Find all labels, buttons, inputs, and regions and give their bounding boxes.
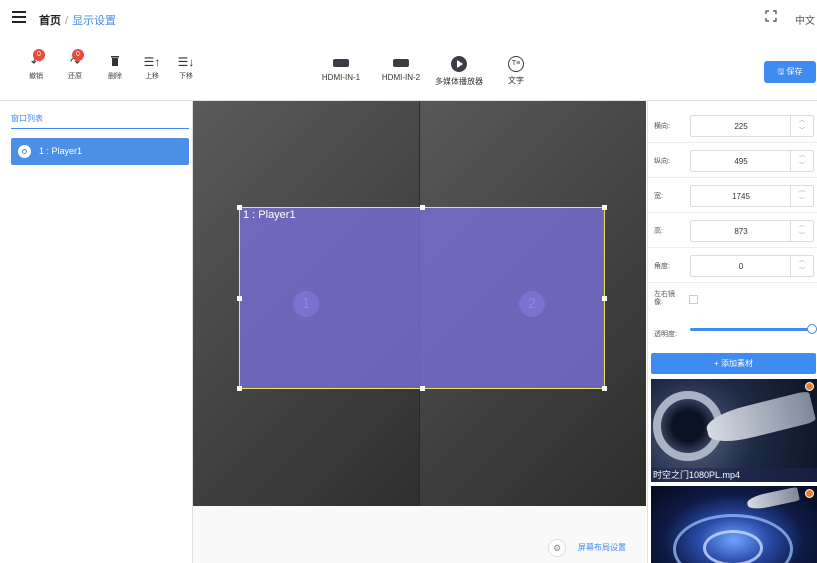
y-stepper[interactable]: ︿ ﹀ xyxy=(790,151,813,171)
material-status-dot xyxy=(805,489,814,498)
save-label: 保存 xyxy=(786,67,803,76)
material-status-dot xyxy=(805,382,814,391)
undo-count-badge: 0 xyxy=(33,49,45,61)
resize-handle[interactable] xyxy=(237,296,242,301)
move-down-icon: ☰↓ xyxy=(177,55,195,69)
breadcrumb-separator: / xyxy=(65,15,69,27)
angle-value: 0 xyxy=(738,262,744,271)
prop-width-label: 宽: xyxy=(654,193,663,200)
move-up-label: 上移 xyxy=(145,73,159,80)
player-window-label: 1 : Player1 xyxy=(243,209,296,221)
angle-stepper[interactable]: ︿ ﹀ xyxy=(790,256,813,276)
trash-icon xyxy=(100,55,130,69)
breadcrumb: 首页 / 显示设置 xyxy=(39,12,116,28)
height-value: 873 xyxy=(734,227,748,236)
delete-button[interactable]: 删除 xyxy=(100,55,130,81)
breadcrumb-current: 显示设置 xyxy=(72,15,117,27)
save-icon: 🖫 xyxy=(777,67,787,76)
redo-button[interactable]: 0 ↷ 还原 xyxy=(60,49,90,81)
source-hdmi-in-1[interactable]: HDMI-IN-1 xyxy=(316,59,366,82)
resize-handle[interactable] xyxy=(420,205,425,210)
move-up-icon: ☰↑ xyxy=(143,55,161,69)
window-visibility-icon[interactable] xyxy=(18,145,31,158)
resize-handle[interactable] xyxy=(237,205,242,210)
gear-icon[interactable]: ⚙ xyxy=(548,539,566,557)
resize-handle[interactable] xyxy=(602,296,607,301)
move-up-button[interactable]: ☰↑ 上移 xyxy=(137,55,167,81)
play-icon xyxy=(451,56,467,72)
hdmi-icon xyxy=(333,59,349,67)
window-list-item-label: 1 : Player1 xyxy=(39,146,83,156)
y-input[interactable]: 495 ︿ ﹀ xyxy=(690,150,814,172)
mirror-label: 左右镜像: xyxy=(654,291,675,306)
screen-layout-settings-link[interactable]: 屏幕布局设置 xyxy=(578,542,626,553)
delete-label: 删除 xyxy=(108,73,122,80)
top-header: 首页 / 显示设置 中文 xyxy=(0,0,817,38)
prop-angle-label: 角度: xyxy=(654,263,670,270)
galaxy-core-image xyxy=(703,530,763,563)
width-value: 1745 xyxy=(732,192,750,201)
save-button[interactable]: 🖫 保存 xyxy=(764,61,816,83)
window-list-item[interactable]: 1 : Player1 xyxy=(11,138,189,165)
fullscreen-icon[interactable] xyxy=(765,10,777,22)
prop-height: 高: 873 ︿ ﹀ xyxy=(648,212,817,248)
redo-count-badge: 0 xyxy=(72,49,84,61)
add-material-button[interactable]: + 添加素材 xyxy=(651,353,816,374)
source-media-player[interactable]: 多媒体播放器 xyxy=(430,56,488,87)
player-window[interactable]: 1 : Player1 xyxy=(237,205,607,391)
resize-handle[interactable] xyxy=(602,386,607,391)
x-stepper[interactable]: ︿ ﹀ xyxy=(790,116,813,136)
angle-input[interactable]: 0 ︿ ﹀ xyxy=(690,255,814,277)
tab-underline xyxy=(11,128,189,129)
source-label: 多媒体播放器 xyxy=(435,77,483,86)
opacity-slider-track[interactable] xyxy=(690,328,812,331)
move-down-label: 下移 xyxy=(179,73,193,80)
breadcrumb-home[interactable]: 首页 xyxy=(39,15,61,27)
window-list-panel: 窗口列表 1 : Player1 xyxy=(0,101,193,563)
prop-y: 纵向: 495 ︿ ﹀ xyxy=(648,142,817,178)
x-input[interactable]: 225 ︿ ﹀ xyxy=(690,115,814,137)
text-icon: T≡ xyxy=(508,56,524,72)
properties-panel: 横向: 225 ︿ ﹀ 纵向: 495 ︿ ﹀ 宽: 1745 ︿ ﹀ 高: 873 … xyxy=(647,101,817,563)
layout-canvas[interactable]: 1 2 1 : Player1 xyxy=(193,101,646,506)
prop-x: 横向: 225 ︿ ﹀ xyxy=(648,107,817,143)
width-input[interactable]: 1745 ︿ ﹀ xyxy=(690,185,814,207)
material-thumbnail[interactable]: 时空之门1080PL.mp4 xyxy=(651,379,817,482)
toolbar: 0 ↶ 撤销 0 ↷ 还原 删除 ☰↑ 上移 ☰↓ 下移 HDMI-IN-1 H… xyxy=(0,37,817,101)
opacity-slider-handle[interactable] xyxy=(807,324,817,334)
source-label: HDMI-IN-1 xyxy=(321,73,361,82)
source-hdmi-in-2[interactable]: HDMI-IN-2 xyxy=(376,59,426,82)
menu-icon[interactable] xyxy=(12,11,26,23)
resize-handle[interactable] xyxy=(237,386,242,391)
material-thumbnail[interactable] xyxy=(651,486,817,563)
tab-window-list[interactable]: 窗口列表 xyxy=(11,113,43,124)
prop-width: 宽: 1745 ︿ ﹀ xyxy=(648,177,817,213)
hdmi-icon xyxy=(393,59,409,67)
mirror-checkbox[interactable] xyxy=(689,295,698,304)
redo-label: 还原 xyxy=(68,73,82,80)
source-label: HDMI-IN-2 xyxy=(381,73,421,82)
resize-handle[interactable] xyxy=(602,205,607,210)
x-value: 225 xyxy=(734,122,748,131)
prop-angle: 角度: 0 ︿ ﹀ xyxy=(648,247,817,283)
spaceship-image xyxy=(703,390,817,448)
material-name: 时空之门1080PL.mp4 xyxy=(651,468,817,482)
resize-handle[interactable] xyxy=(420,386,425,391)
source-text[interactable]: T≡ 文字 xyxy=(499,56,533,86)
prop-height-label: 高: xyxy=(654,228,663,235)
source-label: 文字 xyxy=(508,76,524,85)
logo-image xyxy=(746,486,800,512)
undo-label: 撤销 xyxy=(29,73,43,80)
y-value: 495 xyxy=(734,157,748,166)
language-switch[interactable]: 中文 xyxy=(795,12,815,27)
width-stepper[interactable]: ︿ ﹀ xyxy=(790,186,813,206)
prop-y-label: 纵向: xyxy=(654,158,670,165)
canvas-footer: ⚙ 屏幕布局设置 xyxy=(193,506,646,563)
height-stepper[interactable]: ︿ ﹀ xyxy=(790,221,813,241)
undo-button[interactable]: 0 ↶ 撤销 xyxy=(21,49,51,81)
move-down-button[interactable]: ☰↓ 下移 xyxy=(171,55,201,81)
prop-x-label: 横向: xyxy=(654,123,670,130)
opacity-label: 透明度: xyxy=(654,331,677,338)
height-input[interactable]: 873 ︿ ﹀ xyxy=(690,220,814,242)
